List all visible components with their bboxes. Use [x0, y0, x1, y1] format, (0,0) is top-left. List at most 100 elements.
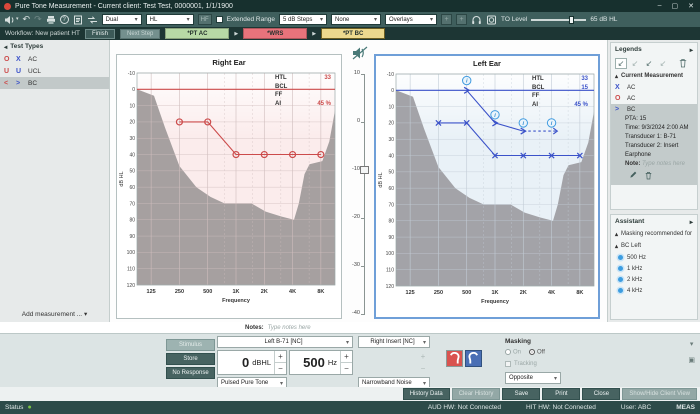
assistant-header[interactable]: Assistant ▸ — [611, 215, 697, 228]
stimulus-button[interactable]: Stimulus — [166, 339, 215, 351]
to-level-slider[interactable] — [531, 15, 587, 24]
slider-tick-label: -20 — [352, 214, 360, 220]
masking-off-radio[interactable]: Off — [529, 349, 545, 356]
overlays-select[interactable]: Overlays ▾ — [385, 14, 438, 25]
legend-style-button-3[interactable]: ↙ — [643, 58, 655, 69]
report-button[interactable] — [73, 15, 83, 25]
masking-down-button[interactable]: − — [417, 363, 429, 375]
assistant-item-1khz[interactable]: 1 kHz — [611, 263, 697, 274]
note-placeholder[interactable]: Type notes here — [642, 161, 685, 167]
close-button[interactable]: ✕ — [688, 2, 694, 10]
legends-header[interactable]: Legends ▸ — [611, 43, 697, 56]
masking-routing-select[interactable]: Opposite ▾ — [505, 372, 561, 384]
slider-tick — [361, 74, 365, 75]
masking-on-radio[interactable]: On — [505, 349, 521, 356]
measurement-item-ac-left[interactable]: X AC — [611, 82, 697, 93]
assistant-group-masking[interactable]: ▴ Masking recommended for — [611, 228, 697, 240]
level-slider-track[interactable] — [364, 74, 365, 314]
monitor-headphone-button[interactable] — [471, 15, 482, 25]
sidebar-item-label: AC — [28, 55, 38, 63]
overlay-add-button[interactable]: + — [441, 14, 453, 25]
clear-history-button[interactable]: Clear History — [451, 388, 501, 400]
tracking-checkbox[interactable] — [505, 361, 511, 367]
masking-recommended-badge[interactable]: i — [462, 75, 472, 86]
workflow-step-wrs[interactable]: *WRS — [243, 28, 308, 39]
level-up-button[interactable]: + — [275, 351, 286, 362]
panel-popout-button[interactable]: ▣ — [688, 356, 695, 364]
left-ear-chart[interactable]: Left Ear i i i i -10 0 10 20 30 40 50 60 70 80 90 100 110… — [374, 54, 600, 319]
masking-recommended-badge[interactable]: i — [518, 118, 528, 128]
close-button-bottom[interactable]: Close — [582, 388, 621, 400]
measurement-item-ac-right[interactable]: O AC — [611, 93, 697, 104]
hl-scale-select[interactable]: HL ▾ — [145, 14, 194, 25]
assistant-group-bc-left[interactable]: ▴ BC Left — [611, 240, 697, 252]
notes-input[interactable]: Type notes here — [268, 325, 311, 331]
measurement-item-bc-selected[interactable]: > BC PTA: 15 Time: 9/3/2024 2:00 AM Tran… — [611, 104, 697, 185]
delete-measurement-button[interactable] — [677, 58, 689, 69]
high-frequency-button[interactable]: HF — [197, 14, 212, 25]
assistant-item-4khz[interactable]: 4 kHz — [611, 285, 697, 296]
legend-style-button-2[interactable]: ↙ — [629, 58, 641, 69]
help-button[interactable]: ? — [59, 15, 69, 24]
finish-button[interactable]: Finish — [85, 28, 116, 39]
legend-style-button-1[interactable]: ↙ — [615, 57, 627, 69]
client-transfer-button[interactable] — [87, 15, 98, 25]
mute-speaker-icon[interactable] — [352, 46, 368, 65]
level-slider-handle[interactable] — [360, 166, 369, 174]
extended-range-checkbox[interactable] — [215, 16, 223, 23]
caret-down-icon: ▾ — [279, 380, 283, 387]
edit-note-button[interactable] — [629, 171, 637, 182]
dual-view-select[interactable]: Dual ▾ — [101, 14, 142, 25]
history-data-button[interactable]: History Data — [402, 388, 450, 400]
frequency-dot-icon — [618, 288, 623, 293]
panel-collapse-button[interactable]: ▾ — [690, 340, 694, 348]
redo-button[interactable]: ↷ — [34, 15, 42, 24]
store-button[interactable]: Store — [166, 353, 215, 365]
sidebar-item-bc[interactable]: < > BC — [0, 77, 109, 89]
minimize-button[interactable]: – — [658, 2, 662, 10]
next-step-button[interactable]: Next Step — [120, 28, 161, 39]
svg-text:30: 30 — [129, 136, 135, 142]
print-button-bottom[interactable]: Print — [542, 388, 581, 400]
no-response-button[interactable]: No Response — [166, 367, 215, 379]
legend-style-button-4[interactable]: ↙ — [657, 58, 669, 69]
svg-text:80: 80 — [388, 219, 394, 225]
sidebar-item-ucl[interactable]: U U UCL — [0, 65, 109, 77]
maximize-button[interactable]: ▢ — [672, 2, 679, 10]
expand-icon[interactable]: ▸ — [690, 46, 693, 54]
delete-note-button[interactable] — [645, 171, 652, 182]
talk-forward-button[interactable]: ▾ — [4, 15, 19, 25]
svg-text:10: 10 — [129, 103, 135, 109]
transducer-select[interactable]: Left B-71 [NC] ▾ — [217, 336, 353, 348]
expand-icon[interactable]: ▸ — [690, 218, 693, 226]
left-ear-monitor-button[interactable] — [465, 350, 482, 367]
masking-recommended-badge[interactable]: i — [490, 110, 500, 120]
speaker-box-icon — [487, 15, 497, 24]
overlay-add-button-2[interactable]: + — [456, 14, 468, 25]
show-hide-client-view-button[interactable]: Show/Hide Client View — [622, 388, 697, 400]
frequency-down-button[interactable]: − — [341, 362, 352, 374]
stimulus-mode-select[interactable]: None ▾ — [331, 14, 382, 25]
test-types-header[interactable]: ◂ Test Types — [0, 40, 109, 53]
right-ear-monitor-button[interactable] — [446, 350, 463, 367]
level-down-button[interactable]: − — [275, 362, 286, 374]
masking-recommended-badge[interactable]: i — [546, 118, 557, 128]
masking-transducer-select[interactable]: Right Insert [NC] ▾ — [358, 336, 430, 348]
frequency-up-button[interactable]: + — [341, 351, 352, 362]
assistant-item-2khz[interactable]: 2 kHz — [611, 274, 697, 285]
assistant-item-500hz[interactable]: 500 Hz — [611, 252, 697, 263]
current-measurement-header[interactable]: ▴ Current Measurement — [611, 70, 697, 82]
print-button[interactable] — [46, 15, 56, 25]
to-level-slider-handle[interactable] — [568, 15, 574, 24]
workflow-step-pt-bc[interactable]: *PT BC — [321, 28, 386, 39]
workflow-step-pt-ac[interactable]: *PT AC — [165, 28, 230, 39]
masking-up-button[interactable]: + — [417, 351, 429, 363]
add-measurement-button[interactable]: Add measurement ... ▾ — [0, 310, 109, 318]
step-size-select[interactable]: 5 dB Steps ▾ — [279, 14, 328, 25]
undo-button[interactable]: ↶ — [23, 15, 31, 24]
sidebar-item-ac[interactable]: O X AC — [0, 53, 109, 65]
save-button[interactable]: Save — [502, 388, 541, 400]
svg-text:0: 0 — [132, 87, 135, 93]
right-ear-chart[interactable]: Right Ear -10 0 10 20 30 40 50 60 70 80 90 100 110 120… — [116, 54, 342, 319]
talkback-button[interactable] — [486, 15, 497, 25]
